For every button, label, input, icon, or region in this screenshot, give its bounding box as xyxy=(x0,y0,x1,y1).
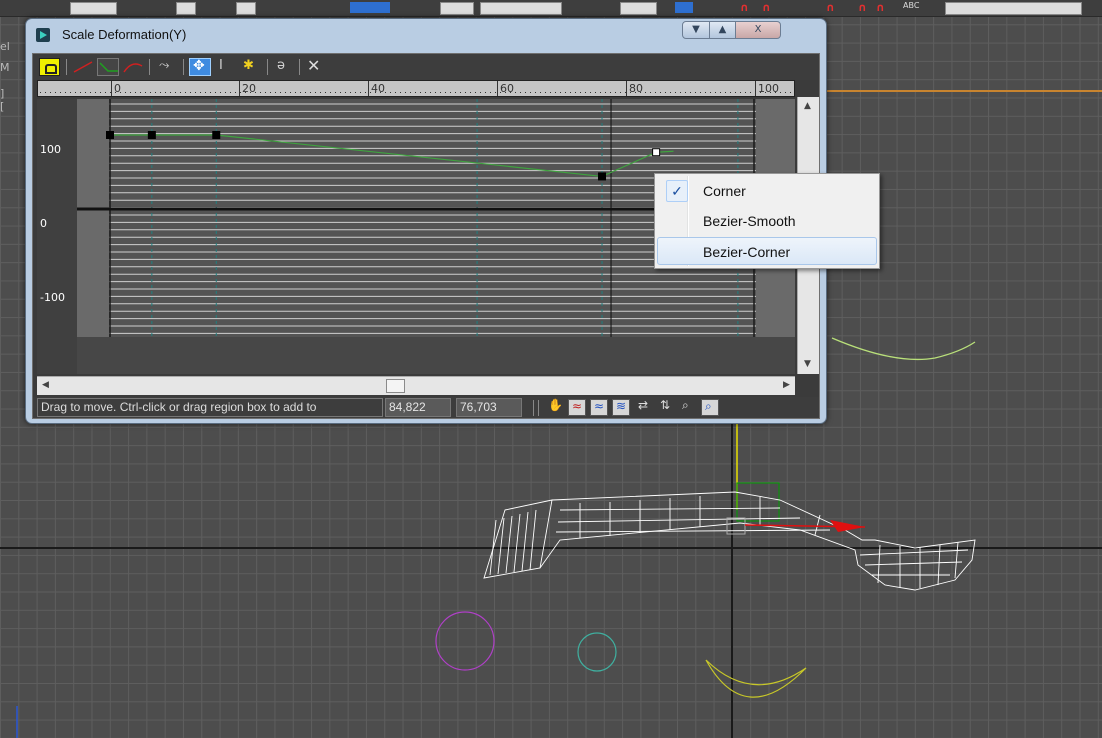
ruler-dots xyxy=(38,91,794,94)
ruler-label: 60 xyxy=(500,82,514,95)
dialog-title-bar[interactable]: Scale Deformation(Y) ▼ ▲ X xyxy=(26,19,826,53)
move-control-point-icon[interactable]: ✥ xyxy=(189,58,211,76)
separator xyxy=(299,59,300,75)
out-of-range-left xyxy=(77,99,109,337)
zoom-horizontal-icon[interactable]: ⇄ xyxy=(635,398,653,416)
curve-green-icon[interactable] xyxy=(97,58,119,76)
ruler-label: 0 xyxy=(114,82,121,95)
ruler-label: 40 xyxy=(371,82,385,95)
pan-icon[interactable]: ✋ xyxy=(545,398,563,416)
zoom-region-icon[interactable]: ⌕ xyxy=(701,399,719,416)
app-icon xyxy=(36,28,50,42)
graph-bottom-band xyxy=(77,337,795,374)
linear-curve-icon[interactable] xyxy=(72,58,94,76)
path-spline xyxy=(831,337,976,361)
ruler-label: 100 xyxy=(758,82,779,95)
dialog-title: Scale Deformation(Y) xyxy=(62,27,187,42)
menu-item-corner[interactable]: ✓ Corner xyxy=(657,177,877,205)
y-axis-labels: 100 0 -100 xyxy=(37,99,77,374)
scroll-thumb[interactable] xyxy=(386,379,405,393)
control-point xyxy=(598,172,607,181)
separator xyxy=(183,59,184,75)
menu-item-label: Bezier-Corner xyxy=(703,244,791,260)
menu-item-bezier-smooth[interactable]: Bezier-Smooth xyxy=(657,207,877,235)
point-type-context-menu: ✓ Corner Bezier-Smooth Bezier-Corner xyxy=(654,173,880,269)
control-point xyxy=(106,131,114,139)
scale-control-point-icon[interactable]: Ι xyxy=(215,58,237,76)
swap-curve-icon[interactable]: ⤳ xyxy=(155,58,177,76)
horizontal-scrollbar[interactable]: ◀ ▶ xyxy=(37,376,795,395)
check-icon: ✓ xyxy=(666,180,688,202)
gizmo-center xyxy=(726,517,746,535)
lofted-object-wireframe xyxy=(483,491,976,591)
value-coordinate-field[interactable]: 76,703 xyxy=(456,398,522,417)
teal-circle-shape xyxy=(577,632,617,672)
separator xyxy=(538,400,539,416)
purple-circle-shape xyxy=(435,611,495,671)
yellow-crescent-shape xyxy=(705,659,807,698)
menu-item-label: Bezier-Smooth xyxy=(703,213,796,229)
scroll-left-icon[interactable]: ◀ xyxy=(42,380,49,390)
frame-ruler[interactable]: 0 20 40 60 80 100 xyxy=(37,80,795,97)
y-label: 100 xyxy=(40,143,61,156)
delete-icon[interactable]: ✕ xyxy=(303,56,325,76)
control-point xyxy=(147,131,156,139)
close-button[interactable]: X xyxy=(735,21,781,39)
scroll-down-icon[interactable]: ▼ xyxy=(804,359,811,369)
status-hint: Drag to move. Ctrl-click or drag region … xyxy=(37,398,383,417)
zoom-extents-icon[interactable]: ≈ xyxy=(568,399,586,416)
separator xyxy=(267,59,268,75)
separator xyxy=(533,400,534,416)
scroll-right-icon[interactable]: ▶ xyxy=(783,380,790,390)
ruler-tick xyxy=(111,81,112,96)
ruler-label: 20 xyxy=(242,82,256,95)
curve-red-icon[interactable] xyxy=(122,58,144,76)
maximize-button[interactable]: ▲ xyxy=(709,21,736,39)
y-label: -100 xyxy=(40,291,65,304)
control-point-selected xyxy=(652,148,661,157)
menu-item-bezier-corner[interactable]: Bezier-Corner xyxy=(657,237,877,265)
scroll-up-icon[interactable]: ▲ xyxy=(804,101,811,111)
insert-point-icon[interactable]: ✱ xyxy=(239,58,261,76)
ruler-tick xyxy=(239,81,240,96)
lock-icon[interactable] xyxy=(39,58,60,76)
zoom-horizontal-extents-icon[interactable]: ≈ xyxy=(590,399,608,416)
zoom-value-extents-icon[interactable]: ≋ xyxy=(612,399,630,416)
minimize-button[interactable]: ▼ xyxy=(682,21,710,39)
ruler-tick xyxy=(497,81,498,96)
separator xyxy=(66,59,67,75)
gizmo-plane xyxy=(736,482,780,522)
ruler-tick xyxy=(626,81,627,96)
control-point xyxy=(212,131,221,139)
ruler-tick xyxy=(755,81,756,96)
status-bar: Drag to move. Ctrl-click or drag region … xyxy=(33,397,819,418)
menu-item-label: Corner xyxy=(703,183,746,199)
ruler-label: 80 xyxy=(629,82,643,95)
ruler-tick xyxy=(368,81,369,96)
frame-coordinate-field[interactable]: 84,822 xyxy=(385,398,451,417)
reset-curve-icon[interactable]: ə xyxy=(273,58,295,76)
y-label: 0 xyxy=(40,217,47,230)
deformation-toolbar: ⤳ ✥ Ι ✱ ə ✕ xyxy=(33,54,819,80)
zoom-vertical-icon[interactable]: ⇅ xyxy=(657,398,675,416)
zoom-icon[interactable]: ⌕ xyxy=(679,398,697,416)
separator xyxy=(149,59,150,75)
